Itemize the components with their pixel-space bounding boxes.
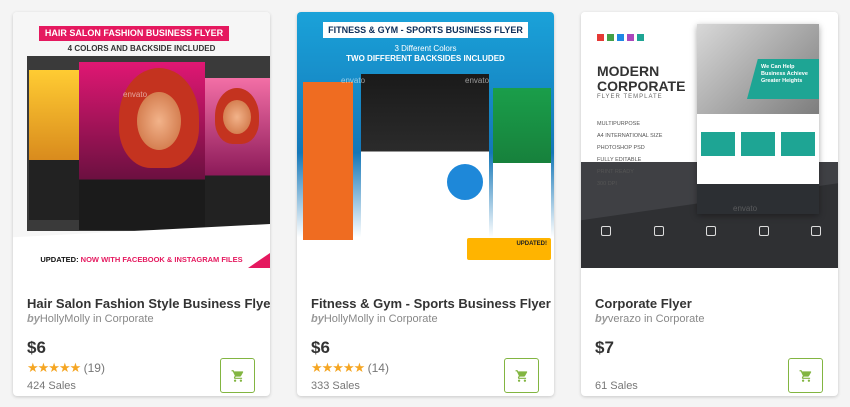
- watermark: envato: [733, 204, 758, 213]
- flyer-preview-left: [29, 70, 84, 220]
- updated-label: UPDATED!: [516, 241, 547, 247]
- star-rating-icon: ★★★★★: [27, 360, 81, 375]
- add-to-cart-button[interactable]: [504, 358, 539, 393]
- thumb-heading: MODERN CORPORATE: [597, 64, 685, 94]
- product-card[interactable]: HAIR SALON FASHION BUSINESS FLYER 4 COLO…: [13, 12, 270, 396]
- flyer-preview-center: [79, 62, 205, 230]
- flyer-footer: [697, 184, 819, 214]
- heading-line-2: CORPORATE: [597, 78, 686, 94]
- feature-item: A4 INTERNATIONAL SIZE: [597, 133, 663, 139]
- category-link[interactable]: Corporate: [389, 313, 438, 325]
- watermark: envato: [465, 76, 490, 85]
- author-link[interactable]: HollyMolly: [324, 313, 374, 325]
- category-link[interactable]: Corporate: [656, 313, 705, 325]
- product-card[interactable]: FITNESS & GYM - SPORTS BUSINESS FLYER 3 …: [297, 12, 554, 396]
- thumb-updated-note: UPDATED: NOW WITH FACEBOOK & INSTAGRAM F…: [13, 255, 270, 264]
- add-to-cart-button[interactable]: [788, 358, 823, 393]
- edit-icon: [706, 226, 716, 236]
- flyer-tagline: We Can Help Business Achieve Greater Hei…: [761, 64, 808, 84]
- product-price: $6: [27, 338, 46, 357]
- product-thumbnail[interactable]: MODERN CORPORATE FLYER TEMPLATE MULTIPURP…: [581, 12, 838, 268]
- flyer-preview: We Can Help Business Achieve Greater Hei…: [697, 24, 819, 214]
- flyer-feature-box: [701, 132, 735, 156]
- cart-icon: [799, 369, 811, 382]
- by-label: by: [311, 313, 324, 325]
- feature-icons-row: [601, 226, 821, 236]
- product-title[interactable]: Fitness & Gym - Sports Business Flyer: [311, 296, 551, 311]
- cart-icon: [231, 369, 243, 382]
- thumb-banner: FITNESS & GYM - SPORTS BUSINESS FLYER: [323, 22, 528, 38]
- product-info: Fitness & Gym - Sports Business Flyer by…: [297, 268, 554, 396]
- product-info: Hair Salon Fashion Style Business Flyer …: [13, 268, 270, 396]
- updated-text: NOW WITH FACEBOOK & INSTAGRAM FILES: [80, 255, 243, 264]
- sales-count: 333 Sales: [311, 380, 360, 392]
- feature-list: MULTIPURPOSE A4 INTERNATIONAL SIZE PHOTO…: [597, 118, 662, 190]
- flyer-teal-panel: We Can Help Business Achieve Greater Hei…: [747, 59, 819, 99]
- feature-item: FULLY EDITABLE: [597, 157, 642, 163]
- thumb-subtitle: 4 COLORS AND BACKSIDE INCLUDED: [67, 44, 216, 53]
- flask-icon: [811, 226, 821, 236]
- price-badge: [445, 162, 485, 202]
- feature-item: MULTIPURPOSE: [597, 121, 640, 127]
- author-link[interactable]: verazo: [608, 313, 641, 325]
- in-label: in: [643, 313, 653, 325]
- print-icon: [653, 226, 664, 236]
- rating-count: (19): [83, 361, 105, 375]
- updated-prefix: UPDATED:: [40, 255, 79, 264]
- flyer-preview-right: [493, 88, 551, 238]
- in-label: in: [93, 313, 102, 325]
- flyer-preview-left: [303, 82, 353, 240]
- thumb-subtitle-2: TWO DIFFERENT BACKSIDES INCLUDED: [346, 54, 505, 63]
- product-rating: ★★★★★ (19): [27, 360, 105, 376]
- flyer-preview-right: [203, 78, 270, 228]
- product-rating: ★★★★★ (14): [311, 360, 389, 376]
- product-thumbnail[interactable]: FITNESS & GYM - SPORTS BUSINESS FLYER 3 …: [297, 12, 554, 268]
- document-icon: [601, 226, 611, 236]
- thumb-subtitle: 3 Different Colors: [394, 44, 457, 53]
- watermark: envato: [341, 76, 366, 85]
- product-byline: byHollyMolly in Corporate: [311, 313, 438, 325]
- feature-item: 300 DPI: [597, 181, 617, 187]
- add-to-cart-button[interactable]: [220, 358, 255, 393]
- sales-count: 424 Sales: [27, 380, 76, 392]
- thumb-subheading: FLYER TEMPLATE: [597, 94, 663, 100]
- category-link[interactable]: Corporate: [105, 313, 154, 325]
- flyer-preview-center: [361, 74, 489, 246]
- star-rating-icon: ★★★★★: [311, 360, 365, 375]
- product-card[interactable]: MODERN CORPORATE FLYER TEMPLATE MULTIPURP…: [581, 12, 838, 396]
- heading-line-1: MODERN: [597, 63, 660, 79]
- product-price: $7: [595, 338, 614, 357]
- feature-item: PHOTOSHOP PSD: [597, 145, 645, 151]
- feature-item: PRINT READY: [597, 169, 634, 175]
- watermark: envato: [123, 90, 148, 99]
- cart-icon: [515, 369, 527, 382]
- product-info: Corporate Flyer byverazo in Corporate $7…: [581, 268, 838, 396]
- in-label: in: [377, 313, 386, 325]
- rating-count: (14): [367, 361, 389, 375]
- product-thumbnail[interactable]: HAIR SALON FASHION BUSINESS FLYER 4 COLO…: [13, 12, 270, 268]
- updated-badge: UPDATED!: [467, 238, 551, 260]
- product-price: $6: [311, 338, 330, 357]
- flyer-feature-box: [741, 132, 775, 156]
- author-link[interactable]: HollyMolly: [40, 313, 90, 325]
- product-byline: byverazo in Corporate: [595, 313, 704, 325]
- flyer-feature-box: [781, 132, 815, 156]
- color-swatches: [597, 34, 644, 41]
- thumb-banner: HAIR SALON FASHION BUSINESS FLYER: [39, 26, 229, 41]
- product-byline: byHollyMolly in Corporate: [27, 313, 154, 325]
- sales-count: 61 Sales: [595, 380, 638, 392]
- layers-icon: [758, 226, 769, 236]
- product-title[interactable]: Corporate Flyer: [595, 296, 692, 311]
- product-title[interactable]: Hair Salon Fashion Style Business Flyer: [27, 296, 270, 311]
- by-label: by: [27, 313, 40, 325]
- by-label: by: [595, 313, 608, 325]
